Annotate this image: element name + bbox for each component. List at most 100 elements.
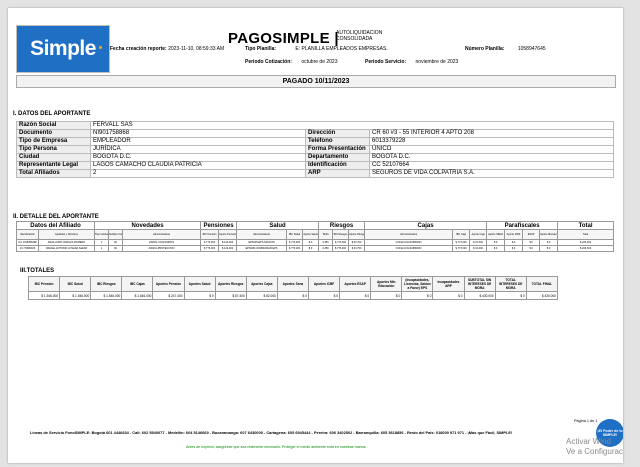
detalle-col-header: Tipo Cotizante (94, 229, 110, 240)
detalle-col-header: Total (557, 229, 614, 240)
detalle-col-header: Aporte SENA (486, 229, 506, 240)
detalle-cell: EPS008-COMPENSAR EPS (236, 245, 288, 252)
totales-col-header: Aportes Sena (276, 276, 309, 292)
detalle-col-header: Aporte Salud (302, 229, 320, 240)
detalle-col-header: Aporte Caja (469, 229, 488, 240)
pagado-banner: PAGADO 10/11/2023 (16, 75, 616, 88)
detalle-cell: $ 773.000 (452, 245, 471, 252)
numero-planilla: Número Planilla: 1058947645 (465, 46, 546, 52)
detalle-cell: $ 0 (504, 245, 524, 252)
detalle-col-header: IBC Riesgos (332, 229, 350, 240)
totales-value: $ 1.546.000 (27, 291, 61, 300)
totales-col-header: IBC Pensión (27, 276, 61, 292)
detalle-col-header: Administradora (236, 229, 288, 240)
totales-header-row: IBC Pensión IBC Salud IBC Riesgos IBC Cajas… (27, 276, 559, 292)
totales-col-header: TOTAL INTERESES DE MORA (494, 276, 527, 292)
detalle-col-header: Administradora (364, 229, 454, 240)
aportante-row: Representante Legal LAGOS CAMACHO CLAUDI… (16, 161, 614, 170)
detalle-cell: 4.350 (318, 245, 334, 252)
totales-value-row: $ 1.546.000 $ 1.546.000 $ 1.546.000 $ 1.546… (27, 291, 559, 300)
detalle-col-header: Tarifa (318, 229, 334, 240)
totales-value: $ 430.000 (525, 291, 559, 300)
section-totales-title: III.TOTALES (20, 268, 55, 274)
detalle-cell: CC 79060183 (16, 245, 39, 252)
service-lines: Líneas de Servicio FonoSIMPLE: Bogotá 60… (30, 430, 513, 435)
totales-value: $ 0 (339, 291, 372, 300)
detalle-cell: RAFAEL ANTONIO LOSADA SAENZ (37, 245, 96, 252)
totales-col-header: Aportes ICBF (307, 276, 341, 292)
detalle-cell: $ 124.000 (218, 245, 238, 252)
report-header: Simple PAGOSIMPLE | AUTOLIQUIDACION CONS… (8, 8, 623, 73)
report-page: Simple PAGOSIMPLE | AUTOLIQUIDACION CONS… (8, 8, 623, 463)
fecha-creacion: Fecha creación reporte: 2023-11-10, 08:5… (110, 46, 225, 52)
section-detalle-title: II. DETALLE DEL APORTANTE (13, 214, 99, 220)
totales-value: $ 1.546.000 (59, 291, 92, 300)
totales-col-header: TOTAL FINAL (525, 276, 559, 292)
detalle-subheader-row: Identificación Apellidos y Nombres Tipo Co… (16, 229, 614, 240)
detalle-cell: $ 31.000 (469, 245, 488, 252)
totales-col-header: Aportes Cajas (245, 276, 278, 292)
totales-value: $ 0 (432, 291, 465, 300)
detalle-row: CC 79060183 RAFAEL ANTONIO LOSADA SAENZ 1 0… (16, 245, 614, 252)
section-aportante-title: I. DATOS DEL APORTANTE (13, 111, 91, 117)
totales-col-header: IBC Riesgos (90, 276, 123, 292)
detalle-cell: $ 773.000 (200, 245, 220, 252)
detalle-col-header: Aporte Pensión (218, 229, 238, 240)
totales-value: $ 0 (401, 291, 434, 300)
aportante-row: Total Afiliados 2 ARP SEGUROS DE VIDA CO… (16, 169, 614, 178)
detalle-cell: 230201-PROTECCION (122, 245, 202, 252)
detalle-cell: $ 0 (539, 245, 559, 252)
detalle-cell: $ 0 (486, 245, 506, 252)
totales-value: $ 0 (307, 291, 341, 300)
totales-col-header: Aportes Riesgos (214, 276, 247, 292)
page-number: Página 1 de 1 (574, 419, 598, 423)
detalle-col-header: Identificación (16, 229, 39, 240)
detalle-cell: 00 (108, 245, 124, 252)
detalle-col-header: Aporte Ministerio (539, 229, 559, 240)
totales-col-header: Aportes Pensión (152, 276, 185, 292)
detalle-cell: $ 224.300 (557, 245, 614, 252)
detalle-cell: 1 (94, 245, 110, 252)
aportante-row: Tipo de Empresa EMPLEADOR Teléfono 60133… (16, 137, 614, 146)
aportante-table: Razón Social FERVALL SAS Documento NI901… (16, 121, 614, 178)
totales-value: $ 430.000 (463, 291, 496, 300)
detalle-col-header: Aporte ICBF (504, 229, 524, 240)
detalle-col-header: ESAP (522, 229, 541, 240)
totales-col-header: Incapacidades ARP (432, 276, 465, 292)
autoliquidacion-label: AUTOLIQUIDACION CONSOLIDADA (336, 30, 383, 42)
logo-text: Simple (30, 37, 96, 60)
totales-col-header: Aportes ESAP (339, 276, 372, 292)
totales-table: IBC Pensión IBC Salud IBC Riesgos IBC Cajas… (27, 276, 559, 300)
totales-value: $ 1.546.000 (90, 291, 123, 300)
totales-col-header: Aportes Salud (183, 276, 216, 292)
totales-value: $ 0 (370, 291, 403, 300)
totales-col-header: IBC Salud (59, 276, 92, 292)
detalle-col-header: Subtipo Cotizante (108, 229, 124, 240)
aportante-row: Ciudad BOGOTA D.C. Departamento BOGOTA D… (16, 153, 614, 162)
detalle-col-header: Administradora (122, 229, 202, 240)
detalle-cell: $ 773.000 (286, 245, 304, 252)
aportante-row: Documento NI901758868 Dirección CR 60 #3… (16, 129, 614, 138)
detalle-cell: CCF22-COLSUBSIDIO (364, 245, 454, 252)
detalle-group-row: Datos del Afiliado Novedades Pensiones S… (15, 221, 614, 230)
detalle-table: Datos del Afiliado Novedades Pensiones S… (15, 221, 614, 252)
periodo-cotizacion: Periodo Cotización: octubre de 2023 (245, 59, 338, 65)
brand-title: PAGOSIMPLE | (228, 30, 339, 47)
environment-note: Antes de imprimir, asegúrese que sea rea… (186, 445, 367, 449)
detalle-col-header: Apellidos y Nombres (37, 229, 96, 240)
detalle-col-header: Aporte Riesgos (348, 229, 366, 240)
totales-col-header: (Incapacidades, Licencias, Saldos a Favo… (401, 276, 434, 292)
logo-dot-icon (99, 46, 102, 49)
detalle-cell: $ 773.000 (332, 245, 350, 252)
detalle-col-header: IBC Pensión (200, 229, 220, 240)
totales-value: $ 67.400 (214, 291, 247, 300)
totales-value: $ 62.000 (245, 291, 278, 300)
detalle-col-header: IBC Salud (286, 229, 304, 240)
aportante-row: Tipo Persona JURÍDICA Forma Presentación… (16, 145, 614, 154)
totales-value: $ 0 (494, 291, 527, 300)
periodo-servicio: Periodo Servicio: noviembre de 2023 (365, 59, 459, 65)
tipo-planilla: Tipo Planilla: E: PLANILLA EMPLEADOS EMP… (245, 46, 388, 52)
simple-logo: Simple (16, 25, 110, 73)
detalle-cell: $ 0 (302, 245, 320, 252)
totales-value: $ 0 (276, 291, 309, 300)
